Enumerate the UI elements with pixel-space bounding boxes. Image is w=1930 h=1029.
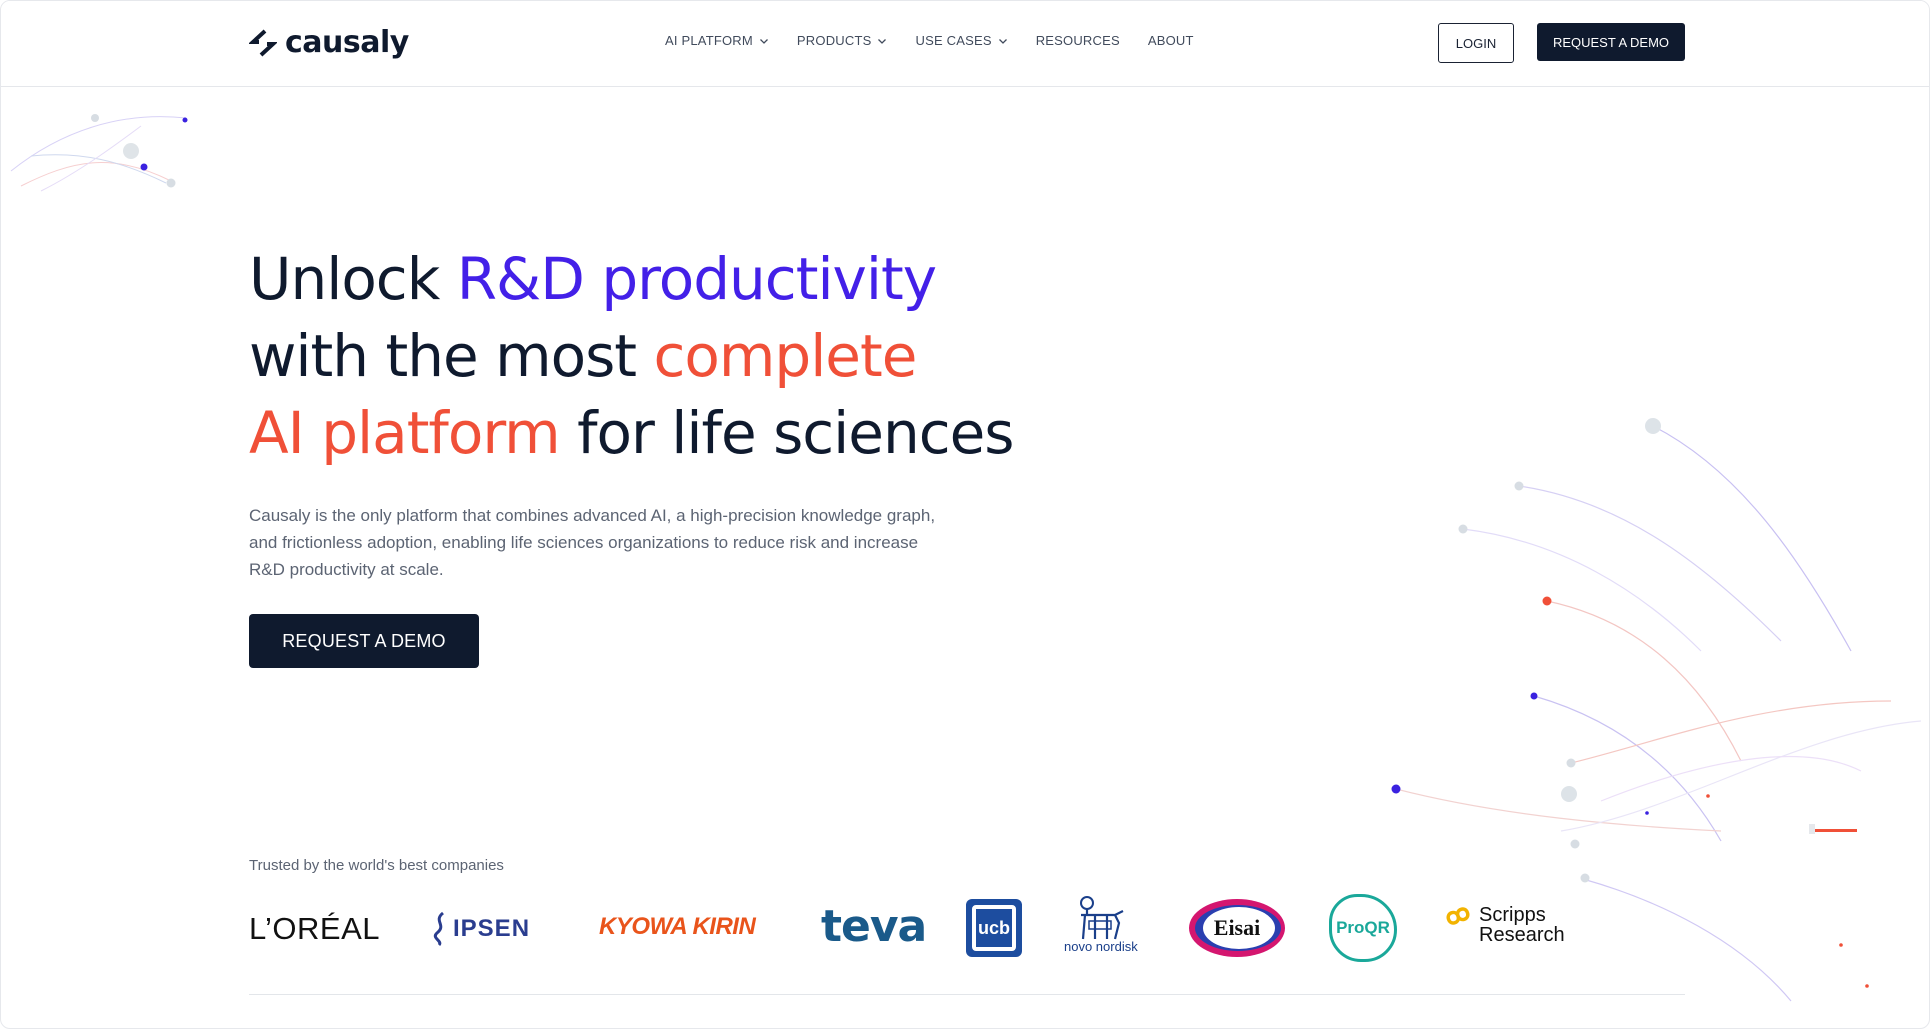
nav-item-label: PRODUCTS — [796, 33, 872, 48]
causaly-logo-icon — [249, 29, 277, 56]
hero-description: Causaly is the only platform that combin… — [249, 506, 936, 579]
nav-item-resources[interactable]: RESOURCES — [1036, 33, 1120, 48]
kyowa-kirin-logo: KYOWA KIRIN — [599, 913, 756, 941]
chevron-down-icon — [759, 38, 768, 44]
trusted-by-label: Trusted by the world's best companies — [249, 857, 504, 874]
nav-item-label: ABOUT — [1147, 33, 1194, 48]
hero-title-highlight-red: AI platform — [249, 399, 561, 467]
ipsen-mark-icon — [433, 911, 445, 947]
scripps-logo-text-2: Research — [1479, 924, 1565, 946]
nav-item-products[interactable]: PRODUCTS — [797, 33, 888, 48]
eisai-logo: Eisai — [1189, 899, 1285, 957]
novo-nordisk-bull-icon — [1079, 896, 1124, 940]
section-divider — [249, 994, 1685, 995]
ucb-logo: ucb — [966, 899, 1022, 957]
chevron-down-icon — [878, 38, 887, 44]
teva-logo: teva — [821, 901, 927, 952]
novo-nordisk-logo: novo nordisk — [1064, 895, 1138, 954]
scripps-infinity-icon — [1446, 907, 1470, 925]
nav-item-label: RESOURCES — [1035, 33, 1120, 48]
kyowa-kirin-logo-text: KYOWA KIRIN — [599, 913, 756, 940]
loreal-logo: L’ORÉAL — [249, 911, 380, 947]
scripps-research-logo: Scripps Research — [1443, 905, 1565, 945]
novo-nordisk-logo-text: novo nordisk — [1064, 939, 1138, 954]
ucb-logo-text: ucb — [975, 917, 1012, 939]
hero-title-highlight-blue: R&D productivity — [456, 245, 937, 313]
proqr-logo: ProQR — [1329, 894, 1397, 962]
hero-title-text: Unlock — [249, 245, 457, 313]
loreal-logo-text: L’ORÉAL — [249, 911, 381, 946]
page-frame: causaly AI PLATFORM PRODUCTS USE CASES R… — [0, 0, 1930, 1029]
site-header: causaly AI PLATFORM PRODUCTS USE CASES R… — [1, 1, 1929, 87]
brand-name: causaly — [285, 25, 409, 60]
hero-title: Unlock R&D productivity with the most co… — [249, 241, 1149, 472]
nav-item-ai-platform[interactable]: AI PLATFORM — [665, 33, 769, 48]
teva-logo-text: teva — [821, 901, 927, 952]
hero-title-text: with the most — [249, 322, 654, 390]
request-demo-header-button[interactable]: REQUEST A DEMO — [1537, 23, 1685, 61]
ucb-logo-box: ucb — [966, 899, 1022, 957]
hero-title-text: for life sciences — [559, 399, 1014, 467]
nav-item-label: USE CASES — [915, 33, 992, 48]
chevron-down-icon — [998, 38, 1007, 44]
scripps-logo-text-1: Scripps — [1479, 904, 1546, 926]
eisai-logo-oval: Eisai — [1189, 899, 1285, 957]
login-button[interactable]: LOGIN — [1438, 23, 1514, 63]
eisai-logo-text: Eisai — [1213, 915, 1261, 940]
proqr-logo-badge: ProQR — [1329, 894, 1397, 962]
brand-logo[interactable]: causaly — [249, 25, 409, 60]
ipsen-logo-text: IPSEN — [453, 915, 531, 942]
ipsen-logo: IPSEN — [431, 911, 530, 947]
proqr-logo-text: ProQR — [1336, 918, 1390, 937]
customer-logos: L’ORÉAL IPSEN KYOWA KIRIN teva ucb novo … — [249, 891, 1669, 971]
request-demo-hero-button[interactable]: REQUEST A DEMO — [249, 614, 479, 668]
nav-item-about[interactable]: ABOUT — [1148, 33, 1194, 48]
nav-item-label: AI PLATFORM — [665, 33, 753, 48]
hero-title-highlight-red: complete — [653, 322, 918, 390]
nav-item-use-cases[interactable]: USE CASES — [915, 33, 1007, 48]
main-nav: AI PLATFORM PRODUCTS USE CASES RESOURCES… — [665, 33, 1194, 48]
